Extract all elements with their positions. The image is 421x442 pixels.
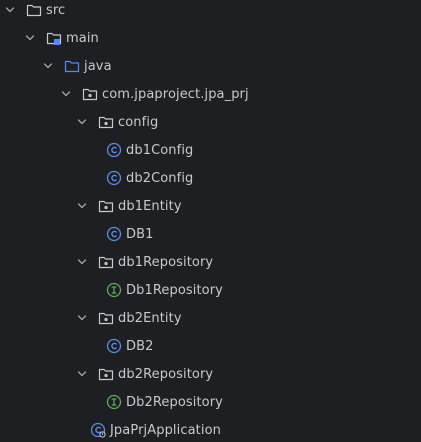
tree-node-jpaprjapplication[interactable]: JpaPrjApplication [0,416,421,442]
tree-node-db2repository-interface[interactable]: Db2Repository [0,388,421,416]
package-icon [98,366,114,382]
source-folder-icon [64,58,80,74]
class-icon [106,142,122,158]
chevron-down-icon[interactable] [76,312,88,324]
package-icon [98,310,114,326]
tree-node-label: db2Entity [118,310,182,326]
chevron-down-icon[interactable] [60,88,72,100]
chevron-down-icon[interactable] [76,368,88,380]
tree-node-db2config[interactable]: db2Config [0,164,421,192]
tree-node-label: Db2Repository [126,394,223,410]
tree-node-label: DB2 [126,338,154,354]
tree-node-db2repository-package[interactable]: db2Repository [0,360,421,388]
tree-node-label: com.jpaproject.jpa_prj [102,86,249,102]
tree-node-label: main [66,30,99,46]
spring-boot-class-icon [90,422,106,438]
tree-node-label: src [46,2,66,18]
chevron-down-icon[interactable] [76,256,88,268]
tree-node-db2[interactable]: DB2 [0,332,421,360]
chevron-down-icon[interactable] [42,60,54,72]
class-icon [106,170,122,186]
package-icon [98,198,114,214]
project-tree: src main java com.jpaproject.jpa_prj con… [0,0,421,442]
tree-node-label: db2Repository [118,366,214,382]
chevron-down-icon[interactable] [76,116,88,128]
tree-node-label: db1Repository [118,254,214,270]
package-icon [82,86,98,102]
interface-icon [106,282,122,298]
class-icon [106,338,122,354]
tree-node-label: db2Config [126,170,194,186]
tree-node-main[interactable]: main [0,24,421,52]
module-folder-icon [46,30,62,46]
tree-node-db1repository-interface[interactable]: Db1Repository [0,276,421,304]
tree-node-db1entity[interactable]: db1Entity [0,192,421,220]
package-icon [98,114,114,130]
tree-node-label: JpaPrjApplication [110,422,221,438]
interface-icon [106,394,122,410]
class-icon [106,226,122,242]
tree-node-label: db1Entity [118,198,182,214]
tree-node-label: Db1Repository [126,282,223,298]
chevron-down-icon[interactable] [4,4,16,16]
tree-node-java[interactable]: java [0,52,421,80]
package-icon [98,254,114,270]
chevron-down-icon[interactable] [76,200,88,212]
tree-node-db1[interactable]: DB1 [0,220,421,248]
tree-node-config[interactable]: config [0,108,421,136]
tree-node-src[interactable]: src [0,0,421,24]
tree-node-label: db1Config [126,142,194,158]
chevron-down-icon[interactable] [24,32,36,44]
tree-node-label: java [84,58,112,74]
folder-icon [26,2,42,18]
tree-node-db1config[interactable]: db1Config [0,136,421,164]
tree-node-db1repository-package[interactable]: db1Repository [0,248,421,276]
tree-node-db2entity[interactable]: db2Entity [0,304,421,332]
tree-node-label: DB1 [126,226,154,242]
tree-node-package[interactable]: com.jpaproject.jpa_prj [0,80,421,108]
tree-node-label: config [118,114,159,130]
